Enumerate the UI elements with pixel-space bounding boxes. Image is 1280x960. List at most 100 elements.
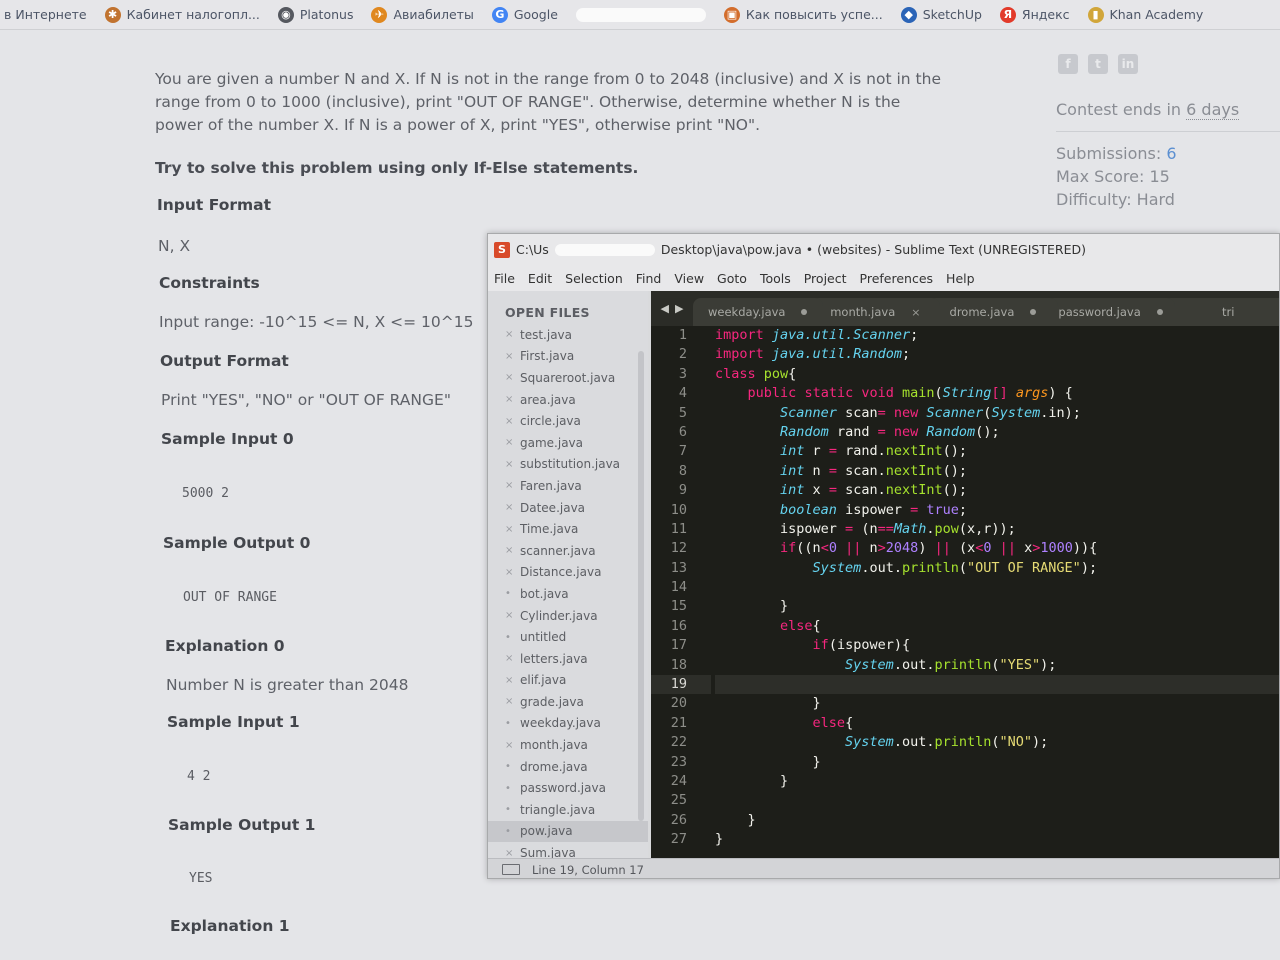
bookmark-4[interactable]: G Google [491, 6, 558, 23]
close-icon[interactable]: × [505, 502, 515, 513]
code-line[interactable]: Random rand = new Random(); [715, 423, 1279, 442]
menu-view[interactable]: View [674, 271, 704, 286]
close-icon[interactable]: × [505, 848, 515, 858]
code-line[interactable]: if((n<0 || n>2048) || (x<0 || x>1000)){ [715, 539, 1279, 558]
open-file-item[interactable]: × scanner.java [488, 540, 648, 562]
open-file-item[interactable]: × substitution.java [488, 454, 648, 476]
close-icon[interactable]: × [505, 372, 515, 383]
unsaved-dot-icon[interactable] [801, 309, 808, 315]
menu-edit[interactable]: Edit [528, 271, 552, 286]
open-file-item[interactable]: × Faren.java [488, 475, 648, 497]
close-icon[interactable]: × [505, 437, 515, 448]
editor-tab[interactable]: password.java [1045, 298, 1176, 326]
code-line[interactable]: } [715, 753, 1279, 772]
code-line[interactable]: else{ [715, 617, 1279, 636]
unsaved-dot-icon[interactable]: • [505, 588, 515, 599]
code-line[interactable]: import java.util.Random; [715, 345, 1279, 364]
open-file-item[interactable]: × First.java [488, 346, 648, 368]
unsaved-dot-icon[interactable]: • [505, 783, 515, 794]
unsaved-dot-icon[interactable]: • [505, 761, 515, 772]
sidebar-scrollbar[interactable] [638, 351, 644, 821]
menu-goto[interactable]: Goto [717, 271, 747, 286]
close-icon[interactable]: × [505, 696, 515, 707]
code-line[interactable] [715, 578, 1279, 597]
tab-next-icon[interactable]: ▶ [675, 302, 683, 315]
open-file-item[interactable]: • weekday.java [488, 713, 648, 735]
code-line[interactable] [715, 791, 1279, 810]
open-file-item[interactable]: × Time.java [488, 518, 648, 540]
unsaved-dot-icon[interactable]: • [505, 804, 515, 815]
code-line[interactable]: else{ [715, 714, 1279, 733]
menu-preferences[interactable]: Preferences [860, 271, 934, 286]
close-icon[interactable]: × [505, 480, 515, 491]
close-icon[interactable]: × [505, 394, 515, 405]
code-line[interactable]: int r = rand.nextInt(); [715, 442, 1279, 461]
editor-tab[interactable]: drome.java [928, 298, 1058, 326]
code-line[interactable]: import java.util.Scanner; [715, 326, 1279, 345]
unsaved-dot-icon[interactable]: • [505, 632, 515, 643]
code-line[interactable]: int n = scan.nextInt(); [715, 462, 1279, 481]
close-icon[interactable]: × [505, 459, 515, 470]
code-line[interactable]: class pow{ [715, 365, 1279, 384]
menu-selection[interactable]: Selection [565, 271, 623, 286]
menu-project[interactable]: Project [804, 271, 847, 286]
open-file-item[interactable]: × Distance.java [488, 562, 648, 584]
menu-tools[interactable]: Tools [760, 271, 791, 286]
open-file-item[interactable]: × Cylinder.java [488, 605, 648, 627]
menu-help[interactable]: Help [946, 271, 975, 286]
code-line[interactable]: boolean ispower = true; [715, 501, 1279, 520]
code-line[interactable] [715, 675, 1279, 695]
submissions-link[interactable]: 6 [1166, 144, 1176, 163]
bookmark-5[interactable]: ▣ Как повысить успе... [723, 6, 883, 23]
code-line[interactable]: ispower = (n==Math.pow(x,r)); [715, 520, 1279, 539]
code-line[interactable]: System.out.println("OUT OF RANGE"); [715, 559, 1279, 578]
close-icon[interactable]: × [505, 740, 515, 751]
linkedin-icon[interactable]: in [1118, 54, 1138, 74]
code-line[interactable]: System.out.println("NO"); [715, 733, 1279, 752]
bookmark-0[interactable]: в Интернете [4, 7, 87, 22]
close-icon[interactable]: × [505, 545, 515, 556]
code-line[interactable]: Scanner scan= new Scanner(System.in); [715, 404, 1279, 423]
open-file-item[interactable]: × test.java [488, 324, 648, 346]
open-file-item[interactable]: × area.java [488, 389, 648, 411]
unsaved-dot-icon[interactable]: • [505, 718, 515, 729]
close-icon[interactable]: × [505, 610, 515, 621]
code-line[interactable]: } [715, 694, 1279, 713]
open-file-item[interactable]: • untitled [488, 626, 648, 648]
code-line[interactable]: } [715, 830, 1279, 849]
open-file-item[interactable]: × grade.java [488, 691, 648, 713]
code-line[interactable]: if(ispower){ [715, 636, 1279, 655]
editor-tab[interactable]: tri [1163, 298, 1279, 326]
bookmark-2[interactable]: ◉ Platonus [277, 6, 353, 23]
close-icon[interactable]: × [505, 329, 515, 340]
close-icon[interactable]: × [505, 351, 515, 362]
twitter-icon[interactable]: t [1088, 54, 1108, 74]
bookmark-6[interactable]: ◆ SketchUp [900, 6, 982, 23]
bookmark-1[interactable]: ✱ Кабинет налогопл... [104, 6, 260, 23]
open-file-item[interactable]: • bot.java [488, 583, 648, 605]
tab-scroll-arrows[interactable]: ◀ ▶ [651, 291, 693, 326]
open-file-item[interactable]: × month.java [488, 734, 648, 756]
console-toggle-icon[interactable] [502, 864, 520, 875]
open-file-item[interactable]: • pow.java [488, 820, 648, 843]
close-icon[interactable]: × [505, 416, 515, 427]
close-icon[interactable]: × [911, 306, 920, 319]
code-line[interactable]: int x = scan.nextInt(); [715, 481, 1279, 500]
tab-prev-icon[interactable]: ◀ [661, 302, 669, 315]
bookmark-8[interactable]: ▮ Khan Academy [1087, 6, 1203, 23]
close-icon[interactable]: × [505, 567, 515, 578]
bookmark-7[interactable]: Я Яндекс [999, 6, 1070, 23]
unsaved-dot-icon[interactable] [1030, 309, 1037, 315]
menu-find[interactable]: Find [636, 271, 662, 286]
code-area[interactable]: import java.util.Scanner; import java.uti… [715, 326, 1279, 850]
close-icon[interactable]: × [505, 653, 515, 664]
close-icon[interactable]: × [505, 524, 515, 535]
open-file-item[interactable]: • triangle.java [488, 799, 648, 821]
open-file-item[interactable]: × circle.java [488, 410, 648, 432]
open-file-item[interactable]: × Sum.java [488, 842, 648, 858]
open-file-item[interactable]: × Datee.java [488, 497, 648, 519]
code-editor[interactable]: ◀ ▶ weekday.java month.java × drome.java pas… [651, 291, 1279, 858]
code-line[interactable]: public static void main(String[] args) { [715, 384, 1279, 403]
code-line[interactable]: } [715, 811, 1279, 830]
open-file-item[interactable]: × elif.java [488, 670, 648, 692]
